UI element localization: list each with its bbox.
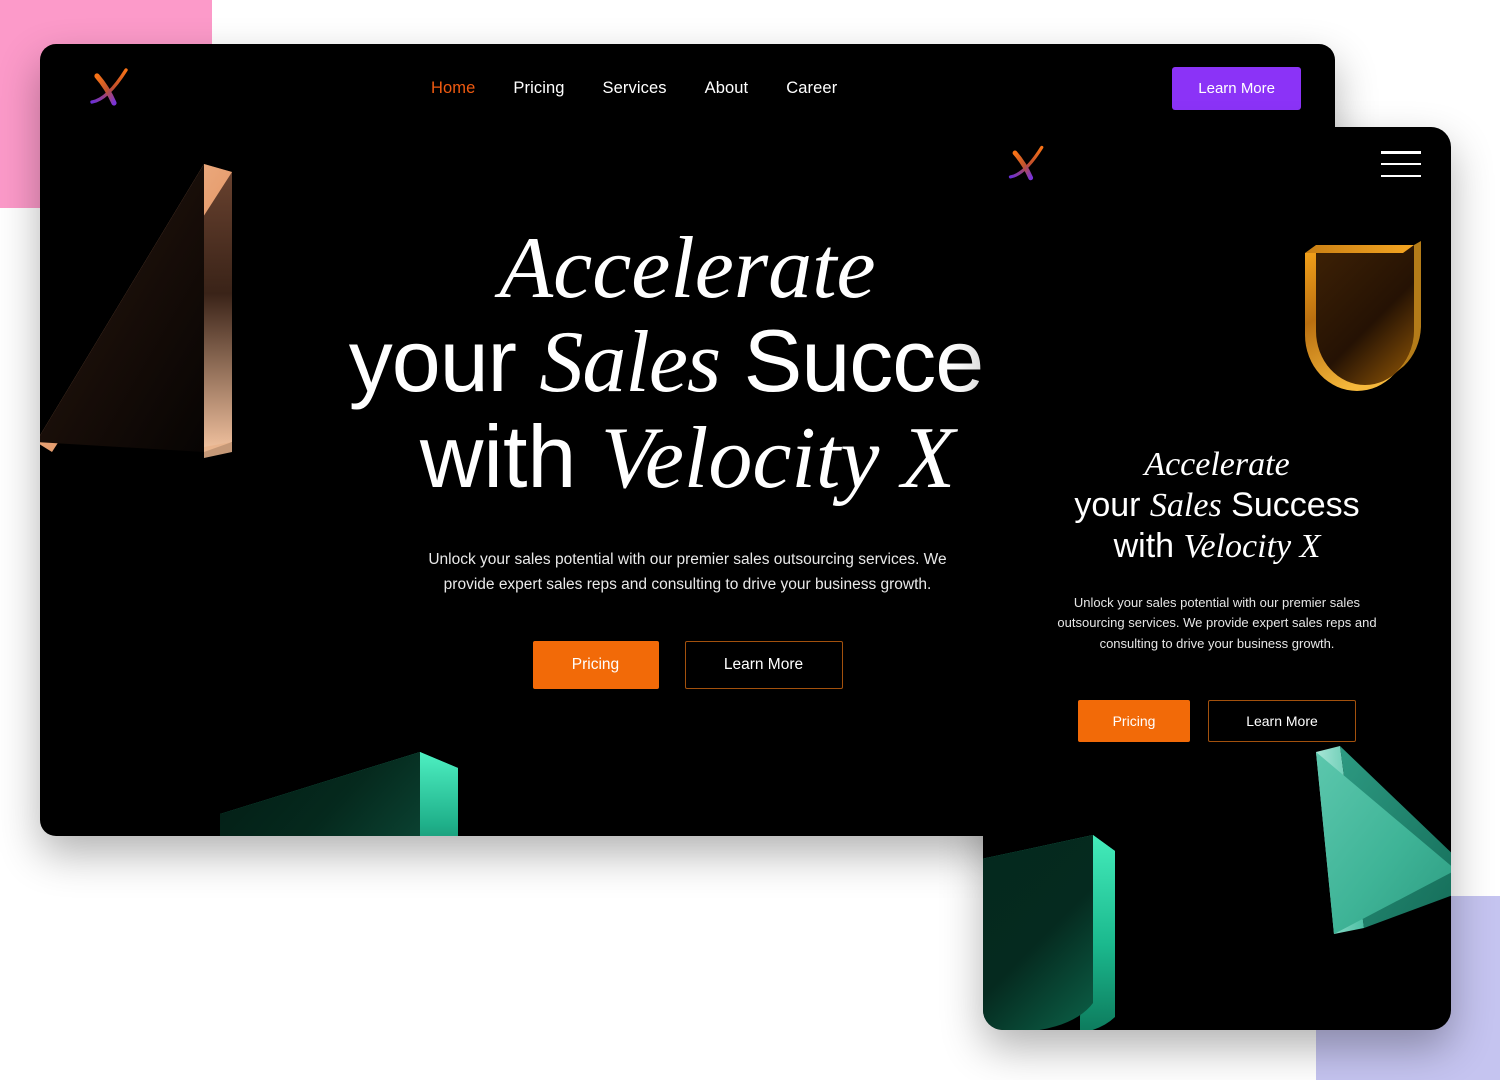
desktop-hero-subtitle: Unlock your sales potential with our pre… — [428, 551, 947, 594]
mobile-pricing-button[interactable]: Pricing — [1078, 699, 1190, 742]
headline-line-2-italic: Sales — [539, 313, 721, 411]
hamburger-line — [1381, 162, 1421, 166]
nav-link-about[interactable]: About — [705, 79, 749, 98]
mobile-cta-row: Pricing Learn More — [983, 699, 1451, 742]
hero-learn-more-button[interactable]: Learn More — [684, 641, 843, 690]
headline-line-3-part-1: with — [419, 406, 601, 506]
mobile-headline-line-2-part-1: your — [1074, 486, 1150, 525]
green-arch-shape — [983, 835, 1115, 1030]
desktop-nav-links: Home Pricing Services About Career — [96, 79, 1172, 98]
nav-link-career[interactable]: Career — [786, 79, 837, 98]
mobile-headline-line-1: Accelerate — [1144, 446, 1290, 483]
nav-link-pricing[interactable]: Pricing — [513, 79, 564, 98]
headline-line-3-italic: Velocity X — [600, 409, 956, 507]
amber-arch-shape — [1305, 241, 1421, 391]
mobile-hero: Accelerate your Sales Success with Veloc… — [983, 445, 1451, 742]
hamburger-line — [1381, 174, 1421, 177]
green-slab-shape — [220, 752, 458, 836]
pricing-button[interactable]: Pricing — [532, 641, 659, 690]
mobile-mockup-card: Accelerate your Sales Success with Veloc… — [983, 127, 1451, 1030]
headline-line-2-part-2: Succes — [720, 310, 1028, 410]
header-learn-more-button[interactable]: Learn More — [1172, 66, 1301, 110]
mobile-headline-line-2-part-2: Success — [1221, 486, 1360, 525]
mobile-headline-line-3: with Velocity X — [983, 526, 1451, 567]
mobile-headline-line-3-part-1: with — [1113, 527, 1184, 566]
green-triangle-shape — [1316, 746, 1451, 934]
mobile-headline-line-3-italic: Velocity X — [1183, 528, 1321, 566]
mobile-navbar — [983, 127, 1451, 201]
mobile-headline-line-2-italic: Sales — [1149, 487, 1222, 525]
nav-link-services[interactable]: Services — [603, 79, 667, 98]
hamburger-menu-icon[interactable] — [1381, 151, 1421, 177]
mobile-headline: Accelerate your Sales Success with Veloc… — [983, 445, 1451, 567]
desktop-navbar: Home Pricing Services About Career Learn… — [40, 44, 1335, 132]
mobile-hero-subtitle: Unlock your sales potential with our pre… — [1057, 595, 1377, 651]
mobile-learn-more-button[interactable]: Learn More — [1208, 699, 1356, 742]
hamburger-line — [1381, 151, 1421, 154]
mobile-headline-line-2: your Sales Success — [983, 485, 1451, 526]
nav-link-home[interactable]: Home — [431, 79, 475, 98]
x-logo-icon[interactable] — [1003, 140, 1051, 188]
headline-line-2-part-1: your — [348, 310, 540, 410]
